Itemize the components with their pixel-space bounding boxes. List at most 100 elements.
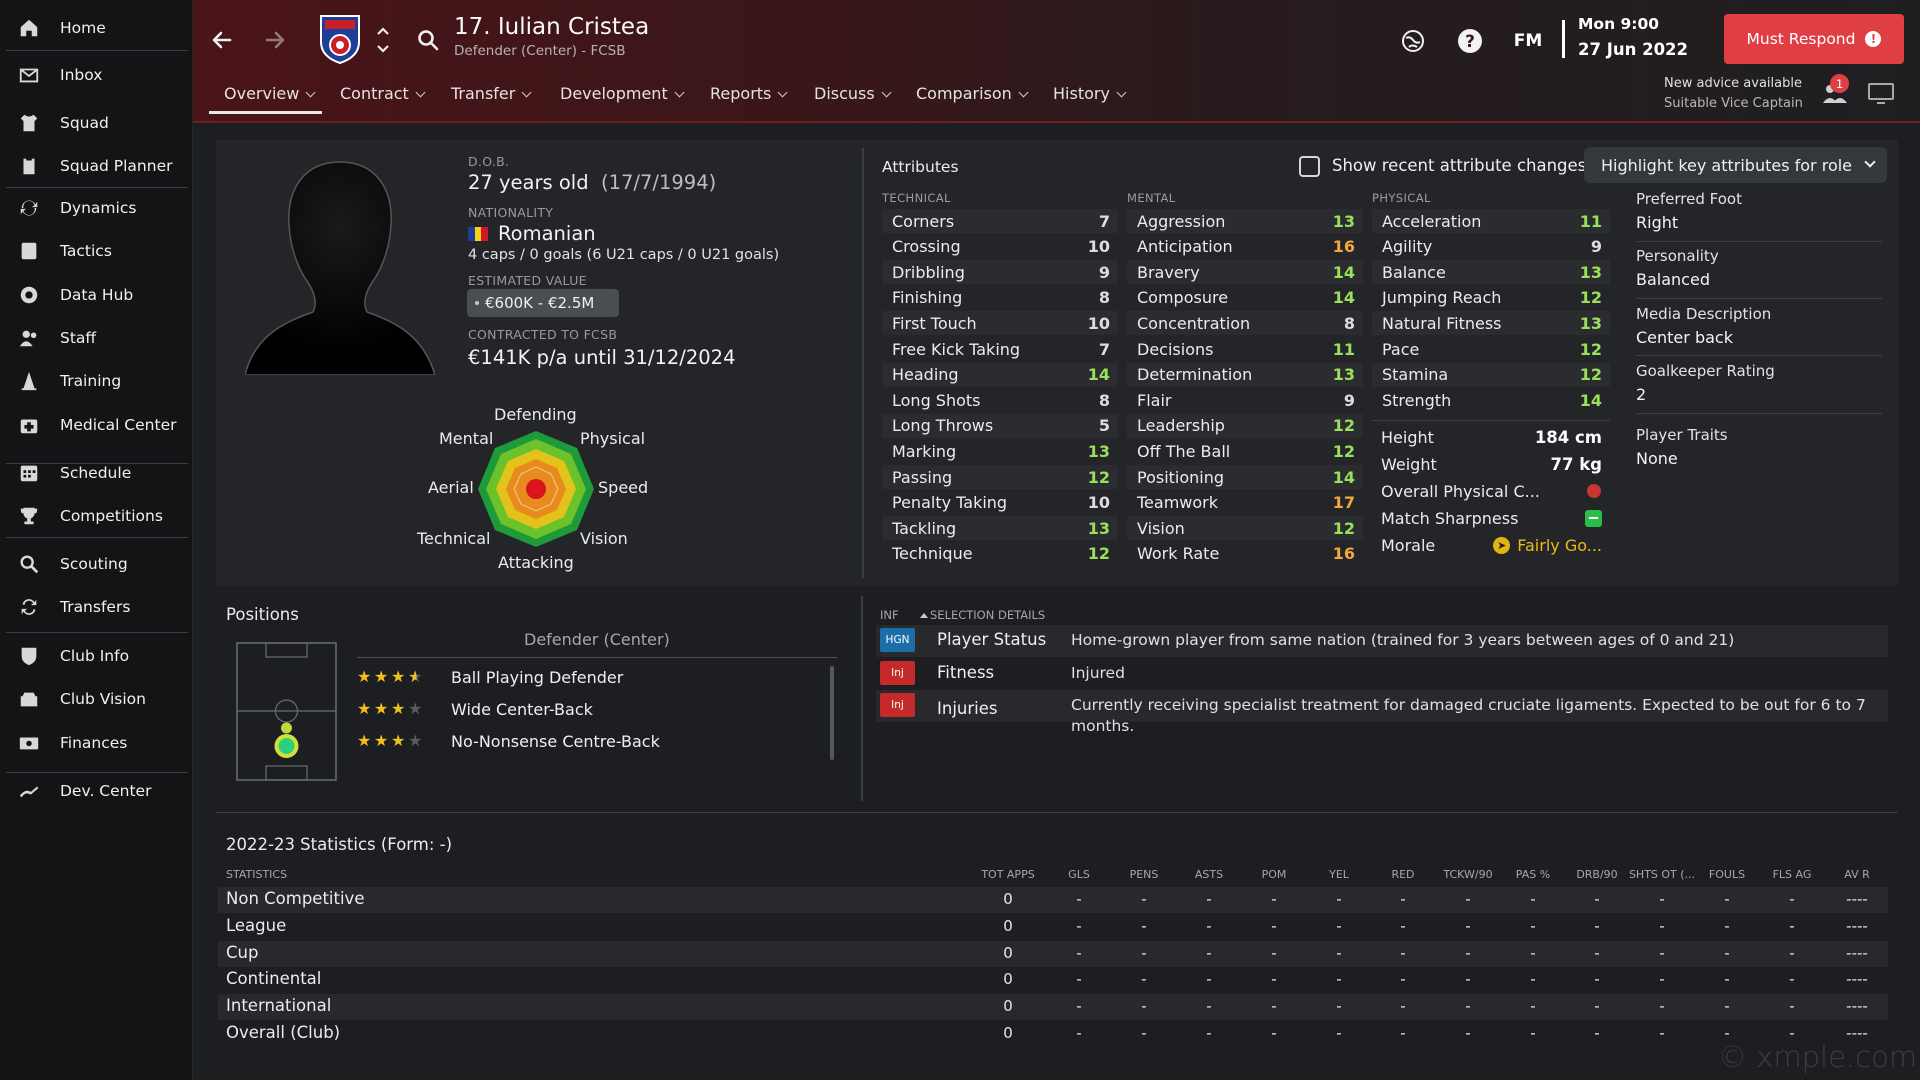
- sidebar-item-transfers[interactable]: Transfers: [6, 587, 188, 627]
- tab-reports[interactable]: Reports: [710, 84, 788, 112]
- attribute-row-work-rate[interactable]: Work Rate 16: [1127, 542, 1363, 566]
- attribute-row-dribbling[interactable]: Dribbling 9: [882, 260, 1118, 285]
- attribute-row-penalty-taking[interactable]: Penalty Taking 10: [882, 491, 1118, 515]
- sidebar-item-finances[interactable]: Finances: [6, 723, 188, 763]
- attribute-row-marking[interactable]: Marking 13: [882, 439, 1118, 463]
- stats-row[interactable]: Cup 0- - - - - - - - - - - - ----: [218, 940, 1888, 967]
- sidebar-item-dynamics[interactable]: Dynamics: [6, 188, 188, 228]
- attribute-row-long-shots[interactable]: Long Shots 8: [882, 388, 1118, 412]
- sidebar-item-inbox[interactable]: Inbox: [6, 55, 188, 95]
- nationality-row[interactable]: Romanian: [468, 222, 596, 245]
- tab-contract[interactable]: Contract: [340, 84, 426, 112]
- attribute-row-heading[interactable]: Heading 14: [882, 362, 1118, 387]
- fm-menu-button[interactable]: FM: [1510, 26, 1546, 56]
- sidebar-item-club-vision[interactable]: Club Vision: [6, 679, 188, 719]
- attribute-row-off-the-ball[interactable]: Off The Ball 12: [1127, 439, 1363, 463]
- show-changes-label[interactable]: Show recent attribute changes: [1332, 156, 1586, 175]
- tab-development[interactable]: Development: [560, 84, 685, 112]
- attribute-row-jumping-reach[interactable]: Jumping Reach 12: [1372, 286, 1610, 310]
- stats-row[interactable]: Non Competitive 0- - - - - - - - - - - - ----: [218, 887, 1888, 913]
- role-row[interactable]: ★ ★ ★ ★ Wide Center-Back: [357, 697, 593, 721]
- club-crest-icon[interactable]: [318, 14, 362, 64]
- stats-row[interactable]: Overall (Club) 0- - - - - - - - - - - - ----: [218, 1021, 1888, 1047]
- sidebar-item-scouting[interactable]: Scouting: [6, 544, 188, 584]
- attribute-row-agility[interactable]: Agility 9: [1372, 235, 1610, 259]
- morale-row[interactable]: Morale ➤ Fairly Go...: [1372, 532, 1610, 558]
- estimated-value-pill[interactable]: €600K - €2.5M: [467, 289, 619, 317]
- sidebar-item-squad-planner[interactable]: Squad Planner: [6, 146, 188, 186]
- attribute-row-leadership[interactable]: Leadership 12: [1127, 413, 1363, 438]
- attribute-row-tackling[interactable]: Tackling 13: [882, 516, 1118, 541]
- sidebar-item-tactics[interactable]: Tactics: [6, 231, 188, 271]
- attribute-row-passing[interactable]: Passing 12: [882, 465, 1118, 489]
- role-row[interactable]: ★ ★ ★ ★ No-Nonsense Centre-Back: [357, 729, 660, 753]
- sidebar-item-club-info[interactable]: Club Info: [6, 636, 188, 676]
- tab-comparison[interactable]: Comparison: [916, 84, 1029, 112]
- condition-row[interactable]: Overall Physical C...: [1372, 478, 1610, 504]
- attribute-row-corners[interactable]: Corners 7: [882, 209, 1118, 233]
- sidebar-item-home[interactable]: Home: [6, 8, 188, 48]
- sidebar-item-medical-center[interactable]: Medical Center: [6, 405, 188, 445]
- attribute-row-pace[interactable]: Pace 12: [1372, 337, 1610, 361]
- stats-column-header[interactable]: TOT APPS: [968, 868, 1048, 881]
- stats-cell: -: [1789, 997, 1795, 1016]
- attribute-row-first-touch[interactable]: First Touch 10: [882, 311, 1118, 336]
- attribute-row-positioning[interactable]: Positioning 14: [1127, 465, 1363, 489]
- sidebar-item-training[interactable]: Training: [6, 361, 188, 401]
- attribute-row-natural-fitness[interactable]: Natural Fitness 13: [1372, 311, 1610, 336]
- attribute-row-anticipation[interactable]: Anticipation 16: [1127, 235, 1363, 259]
- selection-details-header[interactable]: SELECTION DETAILS: [920, 608, 1045, 622]
- sidebar-item-schedule[interactable]: Schedule: [6, 453, 188, 493]
- forward-arrow-icon[interactable]: [261, 26, 289, 54]
- tab-history[interactable]: History: [1053, 84, 1127, 112]
- stats-column-header[interactable]: AV R: [1817, 868, 1897, 881]
- advice-notice[interactable]: New advice available Suitable Vice Capta…: [1664, 74, 1803, 114]
- help-icon[interactable]: ?: [1455, 26, 1485, 56]
- search-icon[interactable]: [414, 26, 442, 54]
- roles-scrollbar[interactable]: [830, 666, 834, 760]
- attribute-row-crossing[interactable]: Crossing 10: [882, 235, 1118, 259]
- tab-overview[interactable]: Overview: [224, 84, 316, 112]
- attribute-row-long-throws[interactable]: Long Throws 5: [882, 413, 1118, 438]
- attribute-row-teamwork[interactable]: Teamwork 17: [1127, 491, 1363, 515]
- tab-discuss[interactable]: Discuss: [814, 84, 892, 112]
- stats-row[interactable]: Continental 0- - - - - - - - - - - - ----: [218, 967, 1888, 993]
- attribute-row-decisions[interactable]: Decisions 11: [1127, 337, 1363, 361]
- sidebar-item-competitions[interactable]: Competitions: [6, 496, 188, 536]
- attribute-row-balance[interactable]: Balance 13: [1372, 260, 1610, 285]
- back-arrow-icon[interactable]: [208, 26, 236, 54]
- sidebar-item-squad[interactable]: Squad: [6, 103, 188, 143]
- attribute-row-stamina[interactable]: Stamina 12: [1372, 362, 1610, 387]
- attribute-row-aggression[interactable]: Aggression 13: [1127, 209, 1363, 233]
- attribute-row-vision[interactable]: Vision 12: [1127, 516, 1363, 541]
- sharpness-row[interactable]: Match Sharpness: [1372, 505, 1610, 531]
- radar-label-vision: Vision: [580, 529, 628, 548]
- status-badge: Inj: [880, 693, 915, 717]
- attribute-row-flair[interactable]: Flair 9: [1127, 388, 1363, 412]
- must-respond-button[interactable]: Must Respond !: [1724, 14, 1904, 64]
- highlight-role-dropdown[interactable]: Highlight key attributes for role: [1584, 147, 1887, 183]
- attribute-row-concentration[interactable]: Concentration 8: [1127, 311, 1363, 336]
- attribute-row-determination[interactable]: Determination 13: [1127, 362, 1363, 387]
- attribute-row-bravery[interactable]: Bravery 14: [1127, 260, 1363, 285]
- attribute-row-technique[interactable]: Technique 12: [882, 542, 1118, 566]
- show-changes-checkbox[interactable]: [1299, 156, 1320, 177]
- attribute-row-acceleration[interactable]: Acceleration 11: [1372, 209, 1610, 233]
- attribute-row-free-kick-taking[interactable]: Free Kick Taking 7: [882, 337, 1118, 361]
- tab-transfer[interactable]: Transfer: [451, 84, 532, 112]
- sidebar-item-staff[interactable]: Staff: [6, 318, 188, 358]
- sidebar-item-data-hub[interactable]: Data Hub: [6, 275, 188, 315]
- role-row[interactable]: ★ ★ ★ ★ Ball Playing Defender: [357, 665, 623, 689]
- statistics-title: 2022-23 Statistics (Form: -): [226, 835, 453, 854]
- player-switch-chevrons-icon[interactable]: [373, 22, 393, 58]
- sidebar-item-dev-center[interactable]: Dev. Center: [6, 771, 188, 811]
- display-monitor-icon[interactable]: [1866, 80, 1896, 106]
- attribute-row-finishing[interactable]: Finishing 8: [882, 286, 1118, 310]
- attribute-row-strength[interactable]: Strength 14: [1372, 388, 1610, 412]
- stats-row[interactable]: International 0- - - - - - - - - - - - ----: [218, 994, 1888, 1021]
- attribute-row-composure[interactable]: Composure 14: [1127, 286, 1363, 310]
- pitch-position-map[interactable]: [236, 642, 337, 781]
- game-date[interactable]: Mon 9:00 27 Jun 2022: [1578, 15, 1688, 59]
- world-football-icon[interactable]: [1398, 26, 1428, 56]
- stats-row[interactable]: League 0- - - - - - - - - - - - ----: [218, 914, 1888, 940]
